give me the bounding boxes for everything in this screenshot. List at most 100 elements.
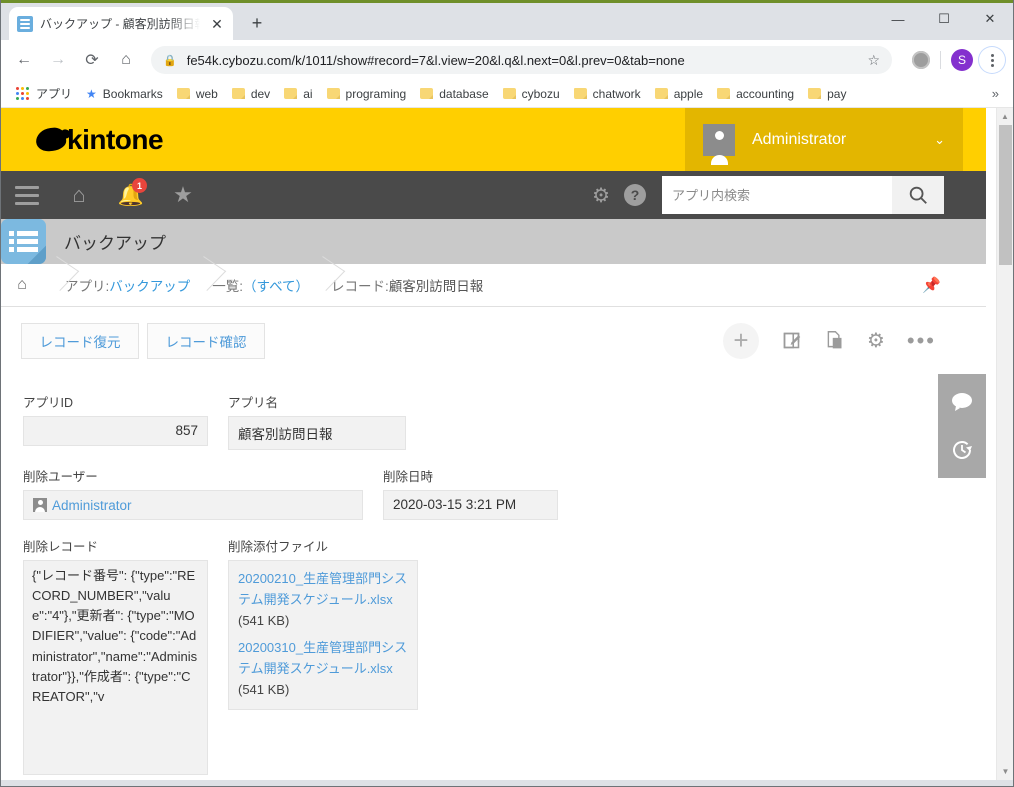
- scroll-down-icon[interactable]: ▼: [997, 763, 1013, 780]
- back-icon[interactable]: ←: [9, 45, 39, 75]
- notifications-button[interactable]: 🔔 1: [105, 171, 157, 219]
- scroll-up-icon[interactable]: ▲: [997, 108, 1013, 125]
- search-input[interactable]: [662, 177, 892, 213]
- duplicate-record-icon[interactable]: [824, 330, 845, 351]
- bookmark-database[interactable]: database: [413, 83, 495, 105]
- bookmarks-bar: アプリ ★ Bookmarks web dev ai programing da…: [1, 80, 1013, 108]
- reload-icon[interactable]: ⟳: [77, 45, 107, 75]
- page-title: バックアップ: [64, 234, 166, 253]
- list-item: 20200310_生産管理部門システム開発スケジュール.xlsx (541 KB…: [238, 638, 408, 700]
- page-scrollbar[interactable]: ▲ ▼: [996, 108, 1013, 780]
- bookmark-star-icon[interactable]: ☆: [867, 52, 880, 69]
- delete-user-link[interactable]: Administrator: [52, 498, 132, 513]
- lock-icon: 🔒: [163, 54, 177, 67]
- attachment-size: (541 KB): [238, 612, 290, 628]
- attachment-size: (541 KB): [238, 681, 290, 697]
- folder-icon: [176, 88, 190, 99]
- tab-strip: バックアップ - 顧客別訪問日報 - レコ ✕ + — ☐ ✕: [1, 3, 1013, 40]
- field-delete-files: 削除添付ファイル 20200210_生産管理部門システム開発スケジュール.xls…: [228, 536, 418, 775]
- browser-tab[interactable]: バックアップ - 顧客別訪問日報 - レコ ✕: [9, 7, 233, 40]
- settings-gear-icon[interactable]: ⚙: [867, 328, 885, 353]
- field-label: 削除日時: [383, 470, 434, 484]
- bookmark-label: dev: [250, 86, 271, 101]
- home-icon[interactable]: ⌂: [111, 45, 141, 75]
- close-icon[interactable]: ✕: [209, 16, 225, 32]
- user-avatar-icon: [703, 123, 735, 165]
- bookmark-label: Bookmarks: [102, 86, 163, 101]
- browser-menu-icon[interactable]: [979, 47, 1005, 73]
- favorites-button[interactable]: ★: [157, 171, 209, 219]
- bookmark-label: アプリ: [36, 87, 73, 101]
- breadcrumb-separator: [309, 264, 331, 307]
- menu-button[interactable]: [1, 171, 53, 219]
- breadcrumb-app[interactable]: アプリ:バックアップ: [65, 275, 190, 295]
- record-form: アプリID 857 アプリ名 顧客別訪問日報 削除ユーザー Administra…: [1, 374, 986, 775]
- bookmark-web[interactable]: web: [170, 83, 225, 105]
- tab-title: バックアップ - 顧客別訪問日報 - レコ: [40, 17, 200, 31]
- bookmark-ai[interactable]: ai: [277, 83, 319, 105]
- bookmark-apple[interactable]: apple: [648, 83, 710, 105]
- bookmark-pay[interactable]: pay: [801, 83, 853, 105]
- search-button[interactable]: [892, 176, 944, 214]
- extension-icon[interactable]: [912, 51, 930, 69]
- edit-record-icon[interactable]: [781, 330, 802, 351]
- user-name: Administrator: [752, 130, 847, 148]
- breadcrumb-record-label: レコード:: [331, 279, 389, 294]
- bookmark-accounting[interactable]: accounting: [710, 83, 801, 105]
- folder-icon: [654, 88, 668, 99]
- attachment-link[interactable]: 20200310_生産管理部門システム開発スケジュール.xlsx: [238, 640, 407, 676]
- profile-avatar[interactable]: S: [951, 49, 973, 71]
- bookmark-bookmarks[interactable]: ★ Bookmarks: [79, 83, 170, 105]
- folder-icon: [284, 88, 298, 99]
- maximize-icon[interactable]: ☐: [921, 3, 967, 35]
- bookmark-chatwork[interactable]: chatwork: [567, 83, 648, 105]
- more-options-icon[interactable]: •••: [907, 329, 936, 351]
- folder-icon: [420, 88, 434, 99]
- user-avatar-icon: [33, 498, 47, 512]
- pin-icon[interactable]: 📌: [922, 276, 941, 294]
- field-delete-datetime: 削除日時 2020-03-15 3:21 PM: [383, 466, 558, 520]
- bookmarks-overflow-icon[interactable]: »: [992, 86, 1005, 101]
- bookmark-cybozu[interactable]: cybozu: [496, 83, 567, 105]
- help-icon[interactable]: ?: [624, 184, 646, 206]
- breadcrumb-view[interactable]: 一覧:（すべて）: [212, 275, 309, 295]
- chevron-down-icon[interactable]: ⌄: [934, 132, 945, 148]
- folder-icon: [326, 88, 340, 99]
- app-search[interactable]: [662, 176, 892, 214]
- bookmark-apps[interactable]: アプリ: [9, 83, 79, 105]
- gear-icon[interactable]: ⚙: [592, 183, 610, 208]
- bookmark-label: pay: [827, 86, 847, 101]
- restore-record-button[interactable]: レコード復元: [21, 322, 139, 359]
- bookmark-programing[interactable]: programing: [320, 83, 414, 105]
- kintone-logo[interactable]: kintone: [34, 123, 164, 156]
- scrollbar-thumb[interactable]: [999, 125, 1012, 265]
- breadcrumb-view-label: 一覧:: [212, 279, 244, 294]
- field-delete-user: 削除ユーザー Administrator: [23, 466, 363, 520]
- add-record-icon[interactable]: +: [722, 322, 759, 359]
- folder-icon: [717, 88, 731, 99]
- new-tab-button[interactable]: +: [243, 9, 271, 37]
- record-toolbar: + ⚙ •••: [722, 322, 936, 359]
- minimize-icon[interactable]: —: [875, 3, 921, 35]
- omnibox[interactable]: 🔒 fe54k.cybozu.com/k/1011/show#record=7&…: [151, 46, 892, 74]
- attachment-link[interactable]: 20200210_生産管理部門システム開発スケジュール.xlsx: [238, 571, 407, 607]
- breadcrumb-separator: [190, 264, 212, 307]
- window-close-icon[interactable]: ✕: [967, 3, 1013, 35]
- breadcrumb-view-name: （すべて）: [243, 279, 310, 294]
- comment-icon[interactable]: [948, 388, 976, 416]
- home-button[interactable]: ⌂: [53, 171, 105, 219]
- toolbar-divider: [940, 51, 941, 69]
- user-menu[interactable]: Administrator ⌄: [685, 108, 963, 171]
- bookmark-dev[interactable]: dev: [225, 83, 277, 105]
- check-record-button[interactable]: レコード確認: [147, 322, 265, 359]
- window-controls: — ☐ ✕: [875, 3, 1013, 35]
- breadcrumb-home-icon[interactable]: ⌂: [1, 276, 43, 294]
- forward-icon[interactable]: →: [43, 45, 73, 75]
- breadcrumb-app-name: バックアップ: [109, 279, 191, 294]
- app-title-bar: バックアップ: [1, 219, 986, 264]
- kintone-logo-text: kintone: [67, 123, 164, 155]
- history-icon[interactable]: [948, 436, 976, 464]
- star-icon: ★: [86, 86, 97, 101]
- kintone-navbar: ⌂ 🔔 1 ★ ⚙ ?: [1, 171, 986, 219]
- field-value-wrap: Administrator: [23, 490, 363, 520]
